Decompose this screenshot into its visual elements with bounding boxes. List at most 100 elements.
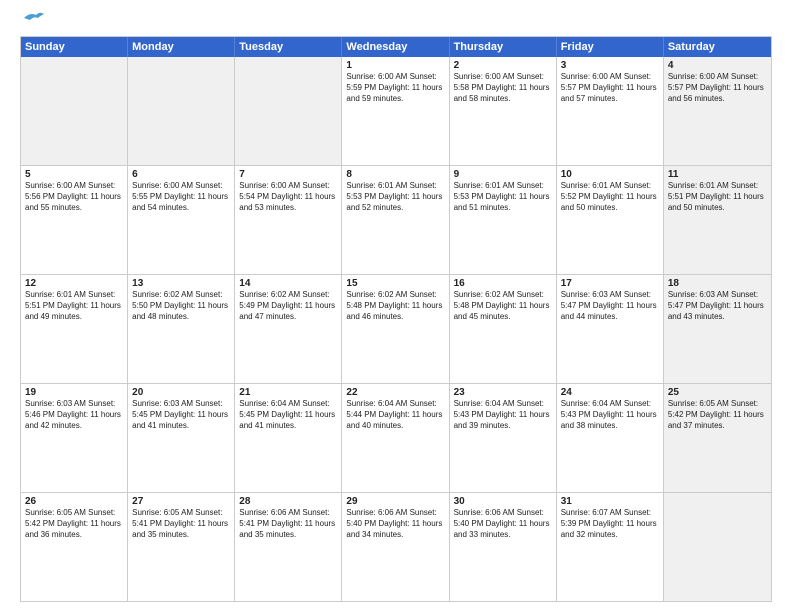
day-info: Sunrise: 6:02 AM Sunset: 5:49 PM Dayligh… [239, 290, 337, 322]
day-number: 1 [346, 60, 444, 71]
day-info: Sunrise: 6:00 AM Sunset: 5:59 PM Dayligh… [346, 72, 444, 104]
cal-cell-26: 26Sunrise: 6:05 AM Sunset: 5:42 PM Dayli… [21, 493, 128, 601]
day-number: 17 [561, 278, 659, 289]
day-info: Sunrise: 6:05 AM Sunset: 5:42 PM Dayligh… [25, 508, 123, 540]
day-info: Sunrise: 6:01 AM Sunset: 5:51 PM Dayligh… [25, 290, 123, 322]
day-info: Sunrise: 6:04 AM Sunset: 5:45 PM Dayligh… [239, 399, 337, 431]
week-row-3: 12Sunrise: 6:01 AM Sunset: 5:51 PM Dayli… [21, 274, 771, 383]
day-info: Sunrise: 6:00 AM Sunset: 5:54 PM Dayligh… [239, 181, 337, 213]
day-info: Sunrise: 6:04 AM Sunset: 5:43 PM Dayligh… [561, 399, 659, 431]
week-row-1: 1Sunrise: 6:00 AM Sunset: 5:59 PM Daylig… [21, 57, 771, 165]
cal-cell-23: 23Sunrise: 6:04 AM Sunset: 5:43 PM Dayli… [450, 384, 557, 492]
cal-cell-empty-0-1 [128, 57, 235, 165]
cal-cell-2: 2Sunrise: 6:00 AM Sunset: 5:58 PM Daylig… [450, 57, 557, 165]
day-number: 21 [239, 387, 337, 398]
day-number: 3 [561, 60, 659, 71]
calendar: SundayMondayTuesdayWednesdayThursdayFrid… [20, 36, 772, 602]
cal-cell-28: 28Sunrise: 6:06 AM Sunset: 5:41 PM Dayli… [235, 493, 342, 601]
day-number: 18 [668, 278, 767, 289]
day-number: 15 [346, 278, 444, 289]
day-info: Sunrise: 6:00 AM Sunset: 5:56 PM Dayligh… [25, 181, 123, 213]
day-number: 13 [132, 278, 230, 289]
day-number: 24 [561, 387, 659, 398]
cal-cell-18: 18Sunrise: 6:03 AM Sunset: 5:47 PM Dayli… [664, 275, 771, 383]
cal-cell-12: 12Sunrise: 6:01 AM Sunset: 5:51 PM Dayli… [21, 275, 128, 383]
day-info: Sunrise: 6:03 AM Sunset: 5:45 PM Dayligh… [132, 399, 230, 431]
cal-cell-7: 7Sunrise: 6:00 AM Sunset: 5:54 PM Daylig… [235, 166, 342, 274]
day-info: Sunrise: 6:04 AM Sunset: 5:44 PM Dayligh… [346, 399, 444, 431]
cal-cell-27: 27Sunrise: 6:05 AM Sunset: 5:41 PM Dayli… [128, 493, 235, 601]
day-number: 20 [132, 387, 230, 398]
day-number: 30 [454, 496, 552, 507]
logo-bird-icon [22, 10, 44, 26]
page: SundayMondayTuesdayWednesdayThursdayFrid… [0, 0, 792, 612]
day-info: Sunrise: 6:03 AM Sunset: 5:46 PM Dayligh… [25, 399, 123, 431]
day-info: Sunrise: 6:05 AM Sunset: 5:42 PM Dayligh… [668, 399, 767, 431]
cal-cell-6: 6Sunrise: 6:00 AM Sunset: 5:55 PM Daylig… [128, 166, 235, 274]
day-header-tuesday: Tuesday [235, 37, 342, 57]
day-number: 27 [132, 496, 230, 507]
day-info: Sunrise: 6:02 AM Sunset: 5:48 PM Dayligh… [346, 290, 444, 322]
day-info: Sunrise: 6:03 AM Sunset: 5:47 PM Dayligh… [561, 290, 659, 322]
day-number: 25 [668, 387, 767, 398]
day-number: 11 [668, 169, 767, 180]
day-number: 14 [239, 278, 337, 289]
cal-cell-9: 9Sunrise: 6:01 AM Sunset: 5:53 PM Daylig… [450, 166, 557, 274]
day-info: Sunrise: 6:00 AM Sunset: 5:55 PM Dayligh… [132, 181, 230, 213]
day-info: Sunrise: 6:00 AM Sunset: 5:58 PM Dayligh… [454, 72, 552, 104]
day-info: Sunrise: 6:05 AM Sunset: 5:41 PM Dayligh… [132, 508, 230, 540]
week-row-4: 19Sunrise: 6:03 AM Sunset: 5:46 PM Dayli… [21, 383, 771, 492]
day-number: 9 [454, 169, 552, 180]
day-info: Sunrise: 6:04 AM Sunset: 5:43 PM Dayligh… [454, 399, 552, 431]
day-number: 12 [25, 278, 123, 289]
day-number: 31 [561, 496, 659, 507]
header [20, 16, 772, 26]
day-info: Sunrise: 6:00 AM Sunset: 5:57 PM Dayligh… [561, 72, 659, 104]
cal-cell-16: 16Sunrise: 6:02 AM Sunset: 5:48 PM Dayli… [450, 275, 557, 383]
day-number: 8 [346, 169, 444, 180]
cal-cell-11: 11Sunrise: 6:01 AM Sunset: 5:51 PM Dayli… [664, 166, 771, 274]
day-info: Sunrise: 6:00 AM Sunset: 5:57 PM Dayligh… [668, 72, 767, 104]
day-header-monday: Monday [128, 37, 235, 57]
day-number: 10 [561, 169, 659, 180]
cal-cell-13: 13Sunrise: 6:02 AM Sunset: 5:50 PM Dayli… [128, 275, 235, 383]
day-header-friday: Friday [557, 37, 664, 57]
week-row-5: 26Sunrise: 6:05 AM Sunset: 5:42 PM Dayli… [21, 492, 771, 601]
day-info: Sunrise: 6:03 AM Sunset: 5:47 PM Dayligh… [668, 290, 767, 322]
logo [20, 16, 44, 26]
day-number: 19 [25, 387, 123, 398]
cal-cell-22: 22Sunrise: 6:04 AM Sunset: 5:44 PM Dayli… [342, 384, 449, 492]
cal-cell-25: 25Sunrise: 6:05 AM Sunset: 5:42 PM Dayli… [664, 384, 771, 492]
day-info: Sunrise: 6:06 AM Sunset: 5:40 PM Dayligh… [346, 508, 444, 540]
day-info: Sunrise: 6:01 AM Sunset: 5:52 PM Dayligh… [561, 181, 659, 213]
day-number: 29 [346, 496, 444, 507]
day-header-saturday: Saturday [664, 37, 771, 57]
day-info: Sunrise: 6:01 AM Sunset: 5:51 PM Dayligh… [668, 181, 767, 213]
day-info: Sunrise: 6:02 AM Sunset: 5:50 PM Dayligh… [132, 290, 230, 322]
day-header-sunday: Sunday [21, 37, 128, 57]
day-number: 23 [454, 387, 552, 398]
day-number: 22 [346, 387, 444, 398]
cal-cell-1: 1Sunrise: 6:00 AM Sunset: 5:59 PM Daylig… [342, 57, 449, 165]
day-number: 26 [25, 496, 123, 507]
cal-cell-3: 3Sunrise: 6:00 AM Sunset: 5:57 PM Daylig… [557, 57, 664, 165]
day-number: 28 [239, 496, 337, 507]
cal-cell-21: 21Sunrise: 6:04 AM Sunset: 5:45 PM Dayli… [235, 384, 342, 492]
cal-cell-4: 4Sunrise: 6:00 AM Sunset: 5:57 PM Daylig… [664, 57, 771, 165]
day-number: 7 [239, 169, 337, 180]
cal-cell-10: 10Sunrise: 6:01 AM Sunset: 5:52 PM Dayli… [557, 166, 664, 274]
cal-cell-empty-4-6 [664, 493, 771, 601]
calendar-body: 1Sunrise: 6:00 AM Sunset: 5:59 PM Daylig… [21, 57, 771, 601]
cal-cell-20: 20Sunrise: 6:03 AM Sunset: 5:45 PM Dayli… [128, 384, 235, 492]
cal-cell-17: 17Sunrise: 6:03 AM Sunset: 5:47 PM Dayli… [557, 275, 664, 383]
day-number: 5 [25, 169, 123, 180]
day-number: 4 [668, 60, 767, 71]
day-header-wednesday: Wednesday [342, 37, 449, 57]
day-number: 6 [132, 169, 230, 180]
cal-cell-31: 31Sunrise: 6:07 AM Sunset: 5:39 PM Dayli… [557, 493, 664, 601]
cal-cell-30: 30Sunrise: 6:06 AM Sunset: 5:40 PM Dayli… [450, 493, 557, 601]
day-info: Sunrise: 6:06 AM Sunset: 5:40 PM Dayligh… [454, 508, 552, 540]
cal-cell-14: 14Sunrise: 6:02 AM Sunset: 5:49 PM Dayli… [235, 275, 342, 383]
day-number: 16 [454, 278, 552, 289]
day-info: Sunrise: 6:06 AM Sunset: 5:41 PM Dayligh… [239, 508, 337, 540]
